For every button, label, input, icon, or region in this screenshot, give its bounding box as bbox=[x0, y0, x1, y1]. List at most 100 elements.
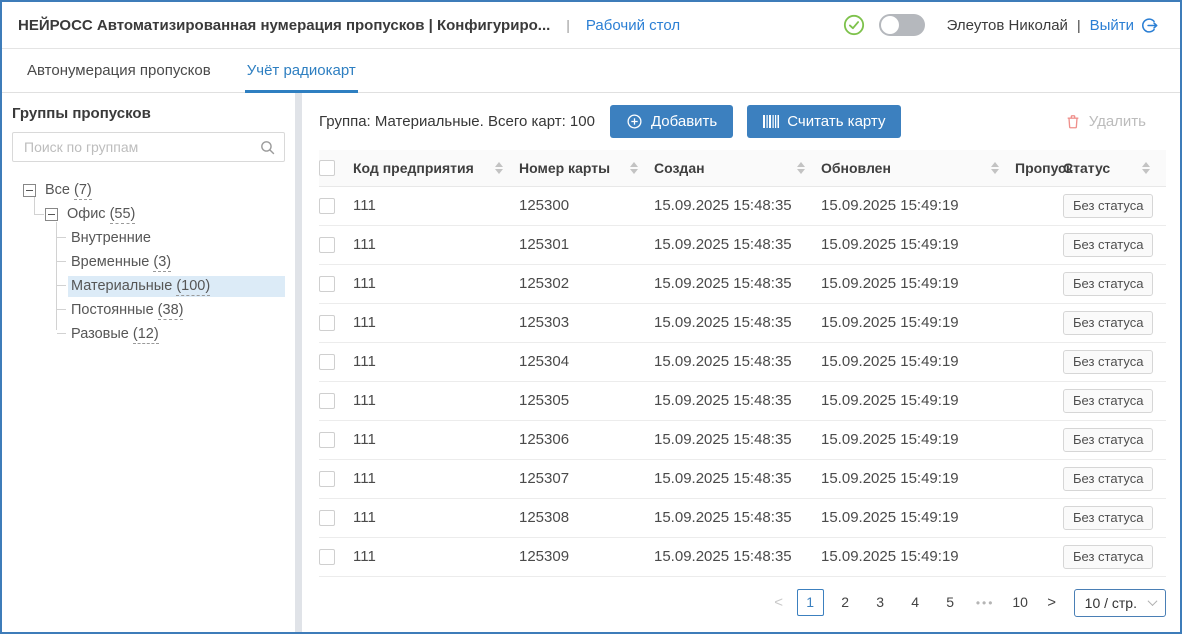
cell-updated: 15.09.2025 15:49:19 bbox=[821, 459, 1015, 498]
table-row: 11112530315.09.2025 15:48:3515.09.2025 1… bbox=[319, 303, 1166, 342]
row-checkbox[interactable] bbox=[319, 432, 335, 448]
cell-card_number: 125308 bbox=[519, 498, 654, 537]
cell-card_number: 125303 bbox=[519, 303, 654, 342]
tree-item-count: (12) bbox=[133, 326, 159, 344]
theme-toggle[interactable] bbox=[879, 14, 925, 36]
tree-item[interactable]: Офис (55) bbox=[12, 202, 285, 226]
app-title: НЕЙРОСС Автоматизированная нумерация про… bbox=[18, 17, 550, 34]
cell-card_number: 125301 bbox=[519, 225, 654, 264]
sidebar-scrollbar[interactable] bbox=[295, 93, 302, 632]
row-checkbox[interactable] bbox=[319, 315, 335, 331]
cell-company_code: 111 bbox=[353, 186, 519, 225]
row-checkbox[interactable] bbox=[319, 549, 335, 565]
table-header-row: Код предприятияНомер картыСозданОбновлен… bbox=[319, 150, 1166, 186]
table-row: 11112530715.09.2025 15:48:3515.09.2025 1… bbox=[319, 459, 1166, 498]
cell-created: 15.09.2025 15:48:35 bbox=[654, 498, 821, 537]
cell-pass bbox=[1015, 303, 1063, 342]
tree-item-text: Все bbox=[45, 182, 70, 198]
row-checkbox[interactable] bbox=[319, 237, 335, 253]
status-badge: Без статуса bbox=[1063, 389, 1153, 413]
tree-item[interactable]: Временные (3) bbox=[12, 250, 285, 274]
page-button-10[interactable]: 10 bbox=[1007, 589, 1034, 616]
delete-button-label: Удалить bbox=[1089, 113, 1146, 130]
group-search-input[interactable] bbox=[22, 138, 259, 156]
cell-company_code: 111 bbox=[353, 342, 519, 381]
cell-updated: 15.09.2025 15:49:19 bbox=[821, 264, 1015, 303]
row-checkbox[interactable] bbox=[319, 354, 335, 370]
pagination: < 12345 ••• 10 > 10 / стр. bbox=[319, 577, 1166, 629]
cell-company_code: 111 bbox=[353, 459, 519, 498]
cell-updated: 15.09.2025 15:49:19 bbox=[821, 186, 1015, 225]
cell-company_code: 111 bbox=[353, 381, 519, 420]
cell-created: 15.09.2025 15:48:35 bbox=[654, 342, 821, 381]
group-summary: Группа: Материальные. Всего карт: 100 bbox=[319, 113, 595, 130]
page-button-3[interactable]: 3 bbox=[867, 589, 894, 616]
sort-icon[interactable] bbox=[1142, 162, 1150, 174]
sort-icon[interactable] bbox=[495, 162, 503, 174]
tree-item-text: Временные bbox=[71, 254, 149, 270]
tab-1[interactable]: Учёт радиокарт bbox=[247, 62, 356, 92]
collapse-icon[interactable] bbox=[23, 184, 36, 197]
tree-item-text: Разовые bbox=[71, 326, 129, 342]
sidebar-title: Группы пропусков bbox=[12, 105, 285, 122]
status-check-icon bbox=[843, 14, 865, 36]
table-row: 11112530915.09.2025 15:48:3515.09.2025 1… bbox=[319, 537, 1166, 576]
status-badge: Без статуса bbox=[1063, 506, 1153, 530]
select-all-checkbox[interactable] bbox=[319, 160, 335, 176]
cell-pass bbox=[1015, 342, 1063, 381]
tree-item-count: (3) bbox=[153, 254, 171, 272]
page-jump-dots[interactable]: ••• bbox=[972, 596, 999, 610]
content-body: Группы пропусков Все (7)Офис (55) Внутрен… bbox=[2, 93, 1180, 632]
row-checkbox[interactable] bbox=[319, 471, 335, 487]
read-card-button-label: Считать карту bbox=[787, 113, 885, 130]
logout-button[interactable]: Выйти bbox=[1090, 17, 1158, 34]
cell-company_code: 111 bbox=[353, 498, 519, 537]
next-page-button[interactable]: > bbox=[1042, 594, 1062, 611]
prev-page-button[interactable]: < bbox=[769, 594, 789, 611]
add-button[interactable]: Добавить bbox=[610, 105, 733, 138]
row-checkbox[interactable] bbox=[319, 510, 335, 526]
cell-pass bbox=[1015, 381, 1063, 420]
barcode-icon bbox=[763, 114, 779, 129]
cell-card_number: 125300 bbox=[519, 186, 654, 225]
cell-created: 15.09.2025 15:48:35 bbox=[654, 264, 821, 303]
status-badge: Без статуса bbox=[1063, 467, 1153, 491]
cell-created: 15.09.2025 15:48:35 bbox=[654, 420, 821, 459]
tree-item-text: Внутренние bbox=[71, 230, 151, 246]
collapse-icon[interactable] bbox=[45, 208, 58, 221]
table-body: 11112530015.09.2025 15:48:3515.09.2025 1… bbox=[319, 186, 1166, 576]
tree-item[interactable]: Разовые (12) bbox=[12, 322, 285, 346]
status-badge: Без статуса bbox=[1063, 311, 1153, 335]
status-badge: Без статуса bbox=[1063, 350, 1153, 374]
search-icon[interactable] bbox=[259, 139, 276, 156]
tree-item-text: Офис bbox=[67, 206, 106, 222]
page-button-1[interactable]: 1 bbox=[797, 589, 824, 616]
row-checkbox[interactable] bbox=[319, 393, 335, 409]
page-size-select[interactable]: 10 / стр. bbox=[1074, 589, 1166, 617]
cards-table: Код предприятияНомер картыСозданОбновлен… bbox=[319, 150, 1166, 577]
sort-icon[interactable] bbox=[797, 162, 805, 174]
page-button-5[interactable]: 5 bbox=[937, 589, 964, 616]
tree-item[interactable]: Все (7) bbox=[12, 178, 285, 202]
cell-updated: 15.09.2025 15:49:19 bbox=[821, 420, 1015, 459]
sort-icon[interactable] bbox=[991, 162, 999, 174]
tree-item[interactable]: Внутренние bbox=[12, 226, 285, 250]
tab-0[interactable]: Автонумерация пропусков bbox=[27, 62, 211, 92]
table-row: 11112530515.09.2025 15:48:3515.09.2025 1… bbox=[319, 381, 1166, 420]
cell-updated: 15.09.2025 15:49:19 bbox=[821, 342, 1015, 381]
delete-button[interactable]: Удалить bbox=[1059, 112, 1152, 131]
sort-icon[interactable] bbox=[630, 162, 638, 174]
cell-card_number: 125307 bbox=[519, 459, 654, 498]
page-button-4[interactable]: 4 bbox=[902, 589, 929, 616]
read-card-button[interactable]: Считать карту bbox=[747, 105, 901, 138]
row-checkbox[interactable] bbox=[319, 198, 335, 214]
cell-card_number: 125302 bbox=[519, 264, 654, 303]
tree-item[interactable]: Постоянные (38) bbox=[12, 298, 285, 322]
chevron-down-icon bbox=[1148, 596, 1158, 606]
row-checkbox[interactable] bbox=[319, 276, 335, 292]
tree-item-count: (38) bbox=[158, 302, 184, 320]
desktop-link[interactable]: Рабочий стол bbox=[586, 17, 680, 34]
status-badge: Без статуса bbox=[1063, 428, 1153, 452]
tree-item[interactable]: Материальные (100) bbox=[12, 274, 285, 298]
page-button-2[interactable]: 2 bbox=[832, 589, 859, 616]
